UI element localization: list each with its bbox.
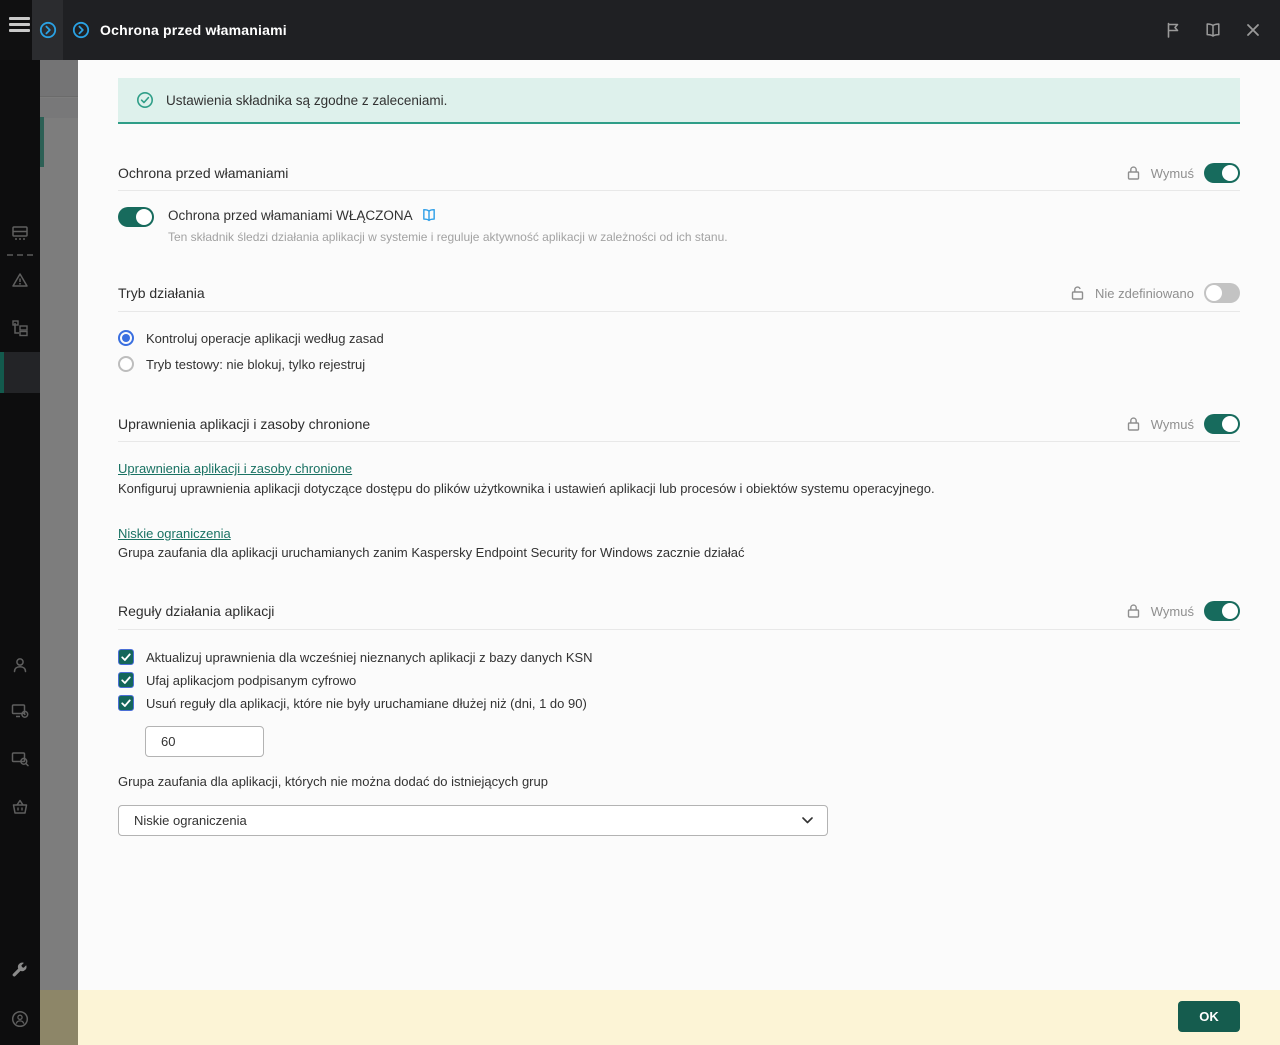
device-settings-icon[interactable] [10, 701, 30, 721]
flag-icon[interactable] [1164, 21, 1182, 39]
section-divider [118, 629, 1240, 630]
close-icon[interactable] [1244, 21, 1262, 39]
trust-group-select-label: Grupa zaufania dla aplikacji, których ni… [118, 774, 548, 789]
console-menu-area [0, 0, 32, 60]
radio-label: Tryb testowy: nie blokuj, tylko rejestru… [146, 357, 365, 372]
permissions-settings-description: Konfiguruj uprawnienia aplikacji dotyczą… [118, 481, 935, 496]
alerts-icon[interactable] [10, 270, 30, 290]
book-icon[interactable] [421, 207, 437, 223]
users-icon[interactable] [10, 655, 30, 675]
toggle-knob [1206, 285, 1222, 301]
section-rules-header: Reguły działania aplikacji Wymuś [118, 594, 1240, 628]
app-window: Ochrona przed włamaniami [0, 0, 1280, 1045]
trust-group-select[interactable]: Niskie ograniczenia [118, 805, 828, 836]
checkbox-label: Aktualizuj uprawnienia dla wcześniej nie… [146, 650, 593, 665]
checkbox-label: Ufaj aplikacjom podpisanym cyfrowo [146, 673, 356, 688]
enforce-control[interactable]: Wymuś [1126, 414, 1240, 434]
wrench-icon[interactable] [10, 961, 30, 981]
marketplace-icon[interactable] [10, 797, 30, 817]
circle-chevron-icon [39, 21, 57, 39]
section-hips-header: Ochrona przed włamaniami Wymuś [118, 156, 1240, 190]
devices-icon[interactable] [10, 223, 30, 243]
checkbox-delete-rules[interactable]: Usuń reguły dla aplikacji, które nie był… [118, 695, 587, 711]
checkbox-checked-icon[interactable] [118, 649, 134, 665]
policies-icon[interactable] [10, 318, 30, 338]
section-divider [118, 190, 1240, 191]
checkbox-checked-icon[interactable] [118, 695, 134, 711]
enforce-label: Wymuś [1151, 166, 1194, 181]
unlock-icon [1070, 285, 1085, 301]
enforce-toggle[interactable] [1204, 601, 1240, 621]
section-mode-header: Tryb działania Nie zdefiniowano [118, 276, 1240, 310]
chevron-down-icon [802, 817, 813, 824]
window-title: Ochrona przed włamaniami [100, 22, 287, 38]
recommendation-banner: Ustawienia składnika są zgodne z zalecen… [118, 78, 1240, 124]
window-titlebar: Ochrona przed włamaniami [0, 0, 1280, 60]
book-icon[interactable] [1204, 21, 1222, 39]
selected-indicator [0, 352, 4, 393]
account-icon[interactable] [10, 1009, 30, 1029]
footer-bar: OK [78, 990, 1280, 1045]
checkbox-trust-signed[interactable]: Ufaj aplikacjom podpisanym cyfrowo [118, 672, 356, 688]
permissions-settings-link[interactable]: Uprawnienia aplikacji i zasoby chronione [118, 461, 352, 476]
lock-icon [1126, 603, 1141, 619]
enforce-label: Nie zdefiniowano [1095, 286, 1194, 301]
titlebar-actions [1164, 0, 1262, 60]
enforce-control[interactable]: Wymuś [1126, 601, 1240, 621]
sidebar-item-selected[interactable] [0, 352, 40, 393]
trust-group-description: Grupa zaufania dla aplikacji uruchamiany… [118, 545, 744, 560]
toggle-knob [1222, 165, 1238, 181]
sidebar-divider [7, 254, 33, 256]
section-title: Uprawnienia aplikacji i zasoby chronione [118, 416, 370, 432]
enforce-label: Wymuś [1151, 417, 1194, 432]
radio-unselected-icon[interactable] [118, 356, 134, 372]
days-input[interactable] [145, 726, 264, 757]
section-divider [118, 311, 1240, 312]
circle-chevron-icon [72, 21, 90, 39]
radio-selected-icon[interactable] [118, 330, 134, 346]
banner-text: Ustawienia składnika są zgodne z zalecen… [166, 93, 447, 108]
checkbox-label: Usuń reguły dla aplikacji, które nie był… [146, 696, 587, 711]
dimmed-background [40, 60, 78, 1045]
dimmed-toolbar [40, 98, 78, 118]
ok-button[interactable]: OK [1178, 1001, 1240, 1032]
dimmed-selected-indicator [40, 117, 44, 167]
section-title: Ochrona przed włamaniami [118, 165, 288, 181]
toggle-knob [136, 209, 152, 225]
enforce-label: Wymuś [1151, 604, 1194, 619]
enforce-toggle[interactable] [1204, 414, 1240, 434]
hips-status-label: Ochrona przed włamaniami WŁĄCZONA [168, 208, 413, 223]
section-title: Tryb działania [118, 285, 205, 301]
dimmed-footer [40, 990, 78, 1045]
lock-icon [1126, 165, 1141, 181]
checkbox-checked-icon[interactable] [118, 672, 134, 688]
lock-icon [1126, 416, 1141, 432]
window-title-group: Ochrona przed włamaniami [72, 0, 287, 60]
enforce-control[interactable]: Nie zdefiniowano [1070, 283, 1240, 303]
radio-control-rules[interactable]: Kontroluj operacje aplikacji według zasa… [118, 330, 384, 346]
hips-enabled-toggle[interactable] [118, 207, 154, 227]
radio-label: Kontroluj operacje aplikacji według zasa… [146, 331, 384, 346]
discovery-icon[interactable] [10, 749, 30, 769]
dimmed-header [40, 60, 78, 97]
background-plugin-tab[interactable] [32, 0, 63, 60]
enforce-control[interactable]: Wymuś [1126, 163, 1240, 183]
hamburger-menu-icon[interactable] [9, 17, 30, 32]
enforce-toggle[interactable] [1204, 283, 1240, 303]
checkbox-ksn-update[interactable]: Aktualizuj uprawnienia dla wcześniej nie… [118, 649, 593, 665]
select-value: Niskie ograniczenia [134, 813, 247, 828]
console-sidebar [0, 60, 40, 1045]
enforce-toggle[interactable] [1204, 163, 1240, 183]
section-title: Reguły działania aplikacji [118, 603, 274, 619]
trust-group-link[interactable]: Niskie ograniczenia [118, 526, 231, 541]
toggle-knob [1222, 603, 1238, 619]
check-circle-icon [136, 91, 154, 109]
hips-description: Ten składnik śledzi działania aplikacji … [168, 230, 728, 244]
section-permissions-header: Uprawnienia aplikacji i zasoby chronione… [118, 407, 1240, 441]
toggle-knob [1222, 416, 1238, 432]
section-divider [118, 441, 1240, 442]
hips-status-row: Ochrona przed włamaniami WŁĄCZONA Ten sk… [118, 207, 728, 244]
settings-panel: Ustawienia składnika są zgodne z zalecen… [78, 60, 1280, 990]
radio-test-mode[interactable]: Tryb testowy: nie blokuj, tylko rejestru… [118, 356, 365, 372]
